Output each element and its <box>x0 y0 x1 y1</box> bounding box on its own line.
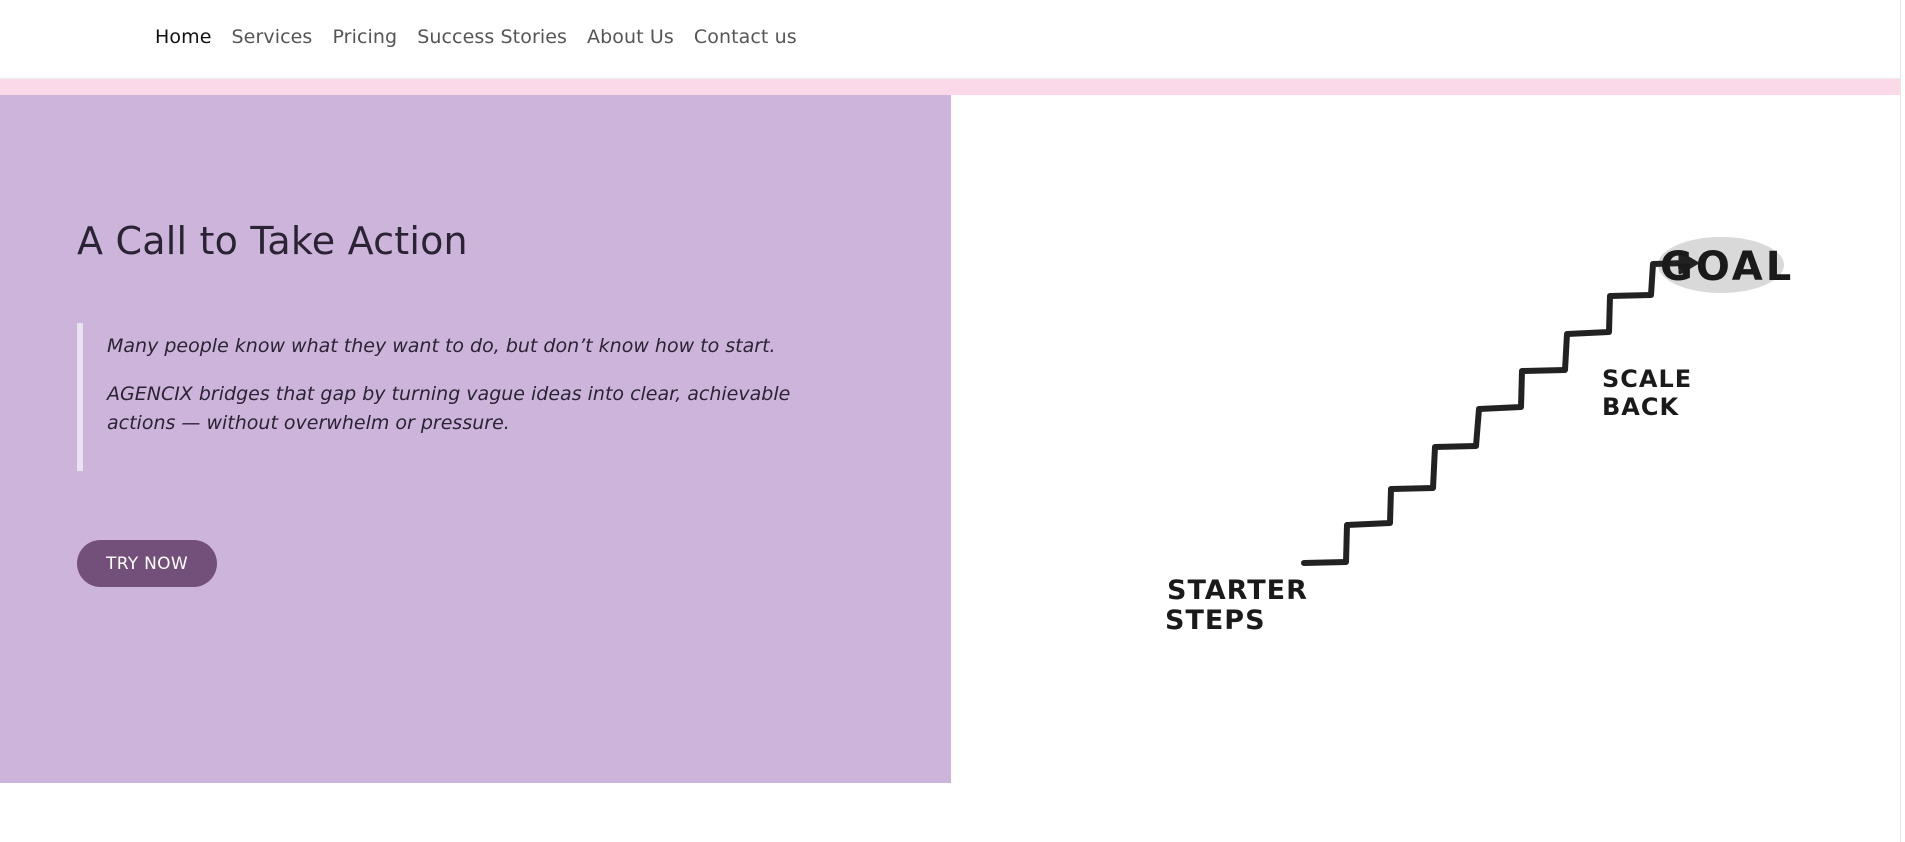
nav-item-home[interactable]: Home <box>155 26 212 48</box>
top-navbar: Home Services Pricing Success Stories Ab… <box>0 0 1900 79</box>
scale-back-label-line-2: BACK <box>1602 393 1679 421</box>
hero-title: A Call to Take Action <box>77 219 468 263</box>
scale-back-label-line-1: SCALE <box>1602 365 1692 393</box>
hero-panel: A Call to Take Action Many people know w… <box>0 95 951 783</box>
hero-quote: Many people know what they want to do, b… <box>77 323 817 471</box>
quote-line-2: AGENCIX bridges that gap by turning vagu… <box>107 383 791 434</box>
quote-line-1: Many people know what they want to do, b… <box>107 335 776 357</box>
stairs-illustration: GOAL SCALE BACK STARTER STEPS <box>951 95 1900 783</box>
nav-item-about-us[interactable]: About Us <box>587 26 674 48</box>
nav-item-pricing[interactable]: Pricing <box>332 26 397 48</box>
page: Home Services Pricing Success Stories Ab… <box>0 0 1905 842</box>
try-now-button[interactable]: TRY NOW <box>77 540 217 587</box>
nav-menu: Home Services Pricing Success Stories Ab… <box>155 26 817 48</box>
starter-steps-label-line-1: STARTER <box>1167 575 1308 606</box>
page-edge-divider <box>1900 0 1901 842</box>
nav-item-services[interactable]: Services <box>232 26 313 48</box>
nav-item-contact-us[interactable]: Contact us <box>694 26 797 48</box>
stairs-drawing: GOAL SCALE BACK STARTER STEPS <box>1165 237 1794 636</box>
goal-label: GOAL <box>1660 244 1794 290</box>
starter-steps-label-line-2: STEPS <box>1165 605 1266 636</box>
nav-item-success-stories[interactable]: Success Stories <box>417 26 567 48</box>
accent-strip <box>0 79 1900 95</box>
